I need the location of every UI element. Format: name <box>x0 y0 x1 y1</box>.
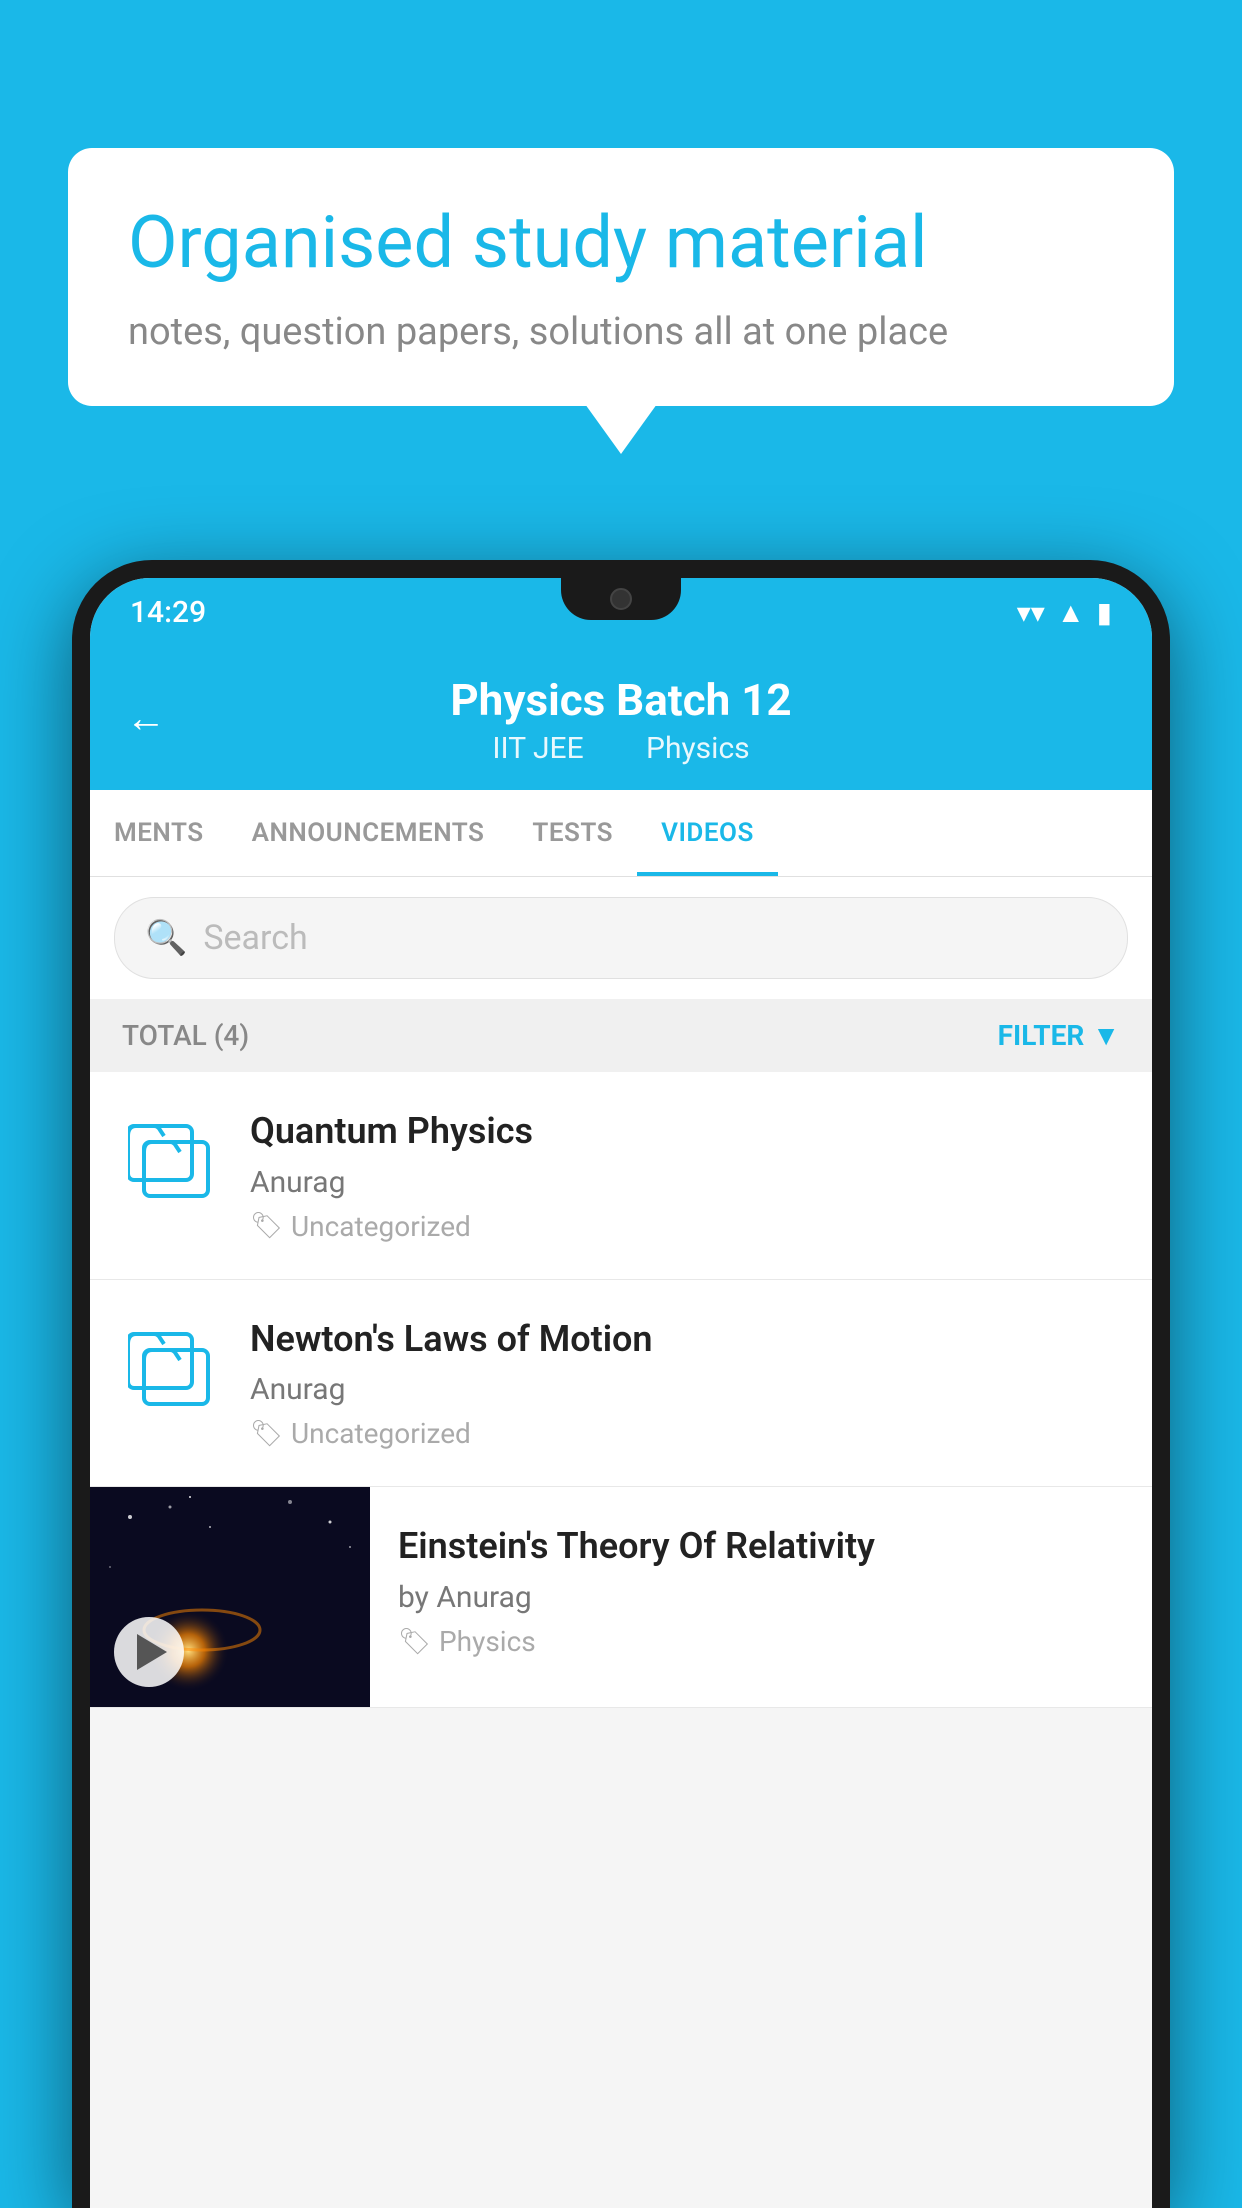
status-icons: ▾▾ ▲ ▮ <box>1017 596 1112 629</box>
app-header: ← Physics Batch 12 IIT JEE Physics <box>90 646 1152 790</box>
signal-icon: ▲ <box>1057 596 1085 629</box>
speech-bubble-title: Organised study material <box>128 200 1114 286</box>
search-icon: 🔍 <box>145 918 187 958</box>
filter-funnel-icon: ▼ <box>1092 1019 1120 1052</box>
video-title-2: Newton's Laws of Motion <box>250 1316 1120 1363</box>
video-info-1: Quantum Physics Anurag 🏷 Uncategorized <box>250 1108 1120 1243</box>
video-title-3: Einstein's Theory Of Relativity <box>398 1523 1124 1570</box>
tab-announcements[interactable]: ANNOUNCEMENTS <box>228 790 509 876</box>
video-tag-1: 🏷 Uncategorized <box>250 1210 1120 1243</box>
search-bar[interactable]: 🔍 Search <box>114 897 1128 979</box>
video-info-3: Einstein's Theory Of Relativity by Anura… <box>370 1487 1152 1694</box>
back-button[interactable]: ← <box>126 694 166 741</box>
tag-icon-1: 🏷 <box>250 1211 283 1241</box>
video-author-3: by Anurag <box>398 1580 1124 1615</box>
video-thumbnail-2 <box>122 1316 222 1408</box>
video-title-1: Quantum Physics <box>250 1108 1120 1155</box>
filter-button[interactable]: FILTER ▼ <box>998 1019 1120 1052</box>
speech-bubble-container: Organised study material notes, question… <box>68 148 1174 406</box>
search-container: 🔍 Search <box>90 877 1152 999</box>
list-item[interactable]: Newton's Laws of Motion Anurag 🏷 Uncateg… <box>90 1280 1152 1488</box>
play-triangle-icon <box>137 1634 167 1670</box>
wifi-icon: ▾▾ <box>1017 596 1045 629</box>
video-thumbnail-1 <box>122 1108 222 1200</box>
tag-icon-3: 🏷 <box>398 1627 431 1657</box>
tag-icon-2: 🏷 <box>250 1419 283 1449</box>
speech-bubble: Organised study material notes, question… <box>68 148 1174 406</box>
header-subtitle: IIT JEE Physics <box>482 731 759 766</box>
list-item[interactable]: Quantum Physics Anurag 🏷 Uncategorized <box>90 1072 1152 1280</box>
video-thumbnail-3 <box>90 1487 370 1707</box>
phone-shell: 14:29 ▾▾ ▲ ▮ ← Physics Batch 12 IIT JEE … <box>72 560 1170 2208</box>
filter-bar: TOTAL (4) FILTER ▼ <box>90 999 1152 1072</box>
tab-ments[interactable]: MENTS <box>90 790 228 876</box>
status-bar: 14:29 ▾▾ ▲ ▮ <box>90 578 1152 646</box>
header-subtitle-part2: Physics <box>646 731 750 766</box>
video-author-2: Anurag <box>250 1372 1120 1407</box>
total-count: TOTAL (4) <box>122 1019 249 1052</box>
notch-camera <box>610 588 632 610</box>
tab-bar: MENTS ANNOUNCEMENTS TESTS VIDEOS <box>90 790 1152 877</box>
header-subtitle-part1: IIT JEE <box>492 731 583 766</box>
phone-screen: 14:29 ▾▾ ▲ ▮ ← Physics Batch 12 IIT JEE … <box>90 578 1152 2208</box>
speech-bubble-subtitle: notes, question papers, solutions all at… <box>128 310 1114 354</box>
battery-icon: ▮ <box>1097 596 1112 629</box>
video-info-2: Newton's Laws of Motion Anurag 🏷 Uncateg… <box>250 1316 1120 1451</box>
video-tag-2: 🏷 Uncategorized <box>250 1417 1120 1450</box>
header-subtitle-separator <box>611 731 626 766</box>
tab-tests[interactable]: TESTS <box>508 790 637 876</box>
list-item[interactable]: Einstein's Theory Of Relativity by Anura… <box>90 1487 1152 1708</box>
filter-label: FILTER <box>998 1019 1085 1052</box>
header-title: Physics Batch 12 <box>450 674 791 727</box>
folder-icon <box>128 1320 216 1408</box>
folder-icon <box>128 1112 216 1200</box>
status-time: 14:29 <box>130 595 206 630</box>
play-button[interactable] <box>114 1617 184 1687</box>
tab-videos[interactable]: VIDEOS <box>637 790 778 876</box>
video-list: Quantum Physics Anurag 🏷 Uncategorized <box>90 1072 1152 1709</box>
video-tag-3: 🏷 Physics <box>398 1625 1124 1658</box>
search-placeholder: Search <box>203 918 307 958</box>
notch <box>561 578 681 620</box>
video-author-1: Anurag <box>250 1165 1120 1200</box>
